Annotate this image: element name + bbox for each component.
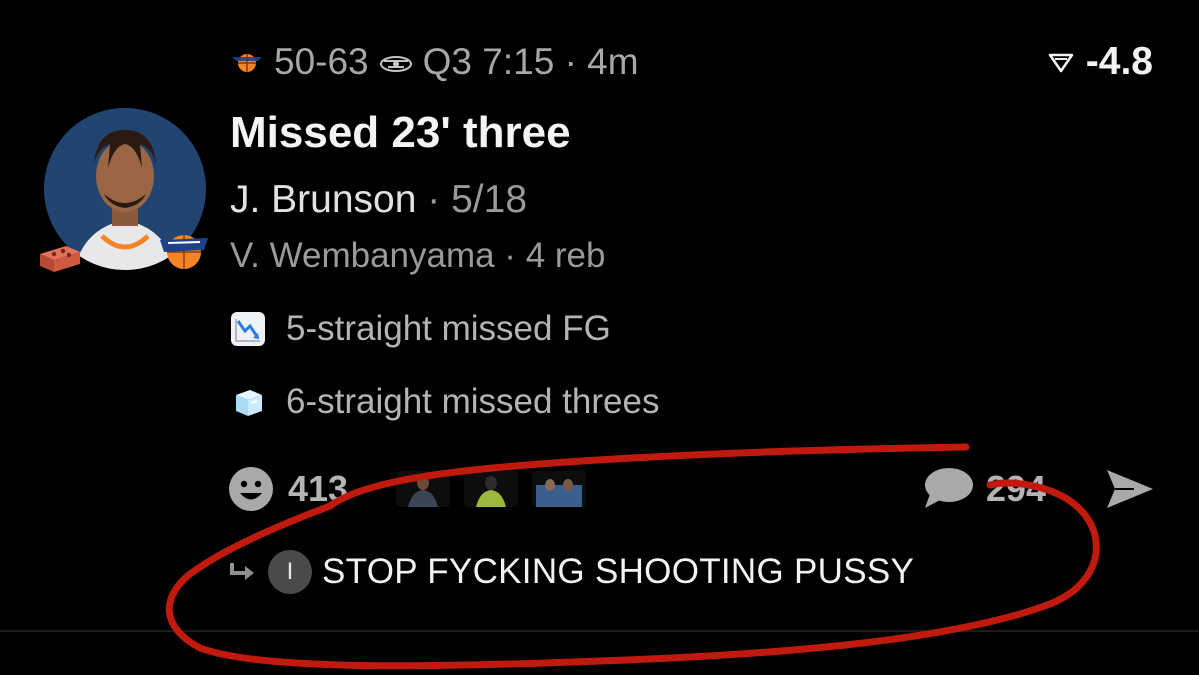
speech-bubble-icon[interactable] [922, 466, 974, 510]
streak-row-fg: 5-straight missed FG [230, 309, 611, 349]
reaction-gif-thumbnail[interactable] [532, 471, 587, 507]
reply-text: STOP FYCKING SHOOTING PUSSY [322, 552, 915, 591]
spread-indicator[interactable]: -4.8 [1048, 40, 1153, 84]
streak-label: 6-straight missed threes [286, 382, 660, 421]
reaction-count: 413 [288, 468, 349, 509]
send-arrow-icon[interactable] [1104, 466, 1156, 512]
play-title: Missed 23' three [230, 108, 571, 157]
funnel-down-icon [1048, 53, 1074, 73]
knicks-basketball-icon [232, 54, 262, 72]
reactions-row[interactable]: 413 [228, 466, 587, 512]
chart-decreasing-icon [231, 312, 265, 346]
game-clock: Q3 7:15 · 4m [422, 41, 639, 82]
top-reply[interactable]: I STOP FYCKING SHOOTING PUSSY [228, 550, 914, 594]
reaction-gif-thumbnail[interactable] [464, 471, 519, 507]
shooter-line[interactable]: J. Brunson · 5/18 [230, 178, 527, 222]
shooter-name: J. Brunson [230, 178, 417, 221]
spread-value: -4.8 [1085, 40, 1153, 83]
rebounder-line[interactable]: V. Wembanyama · 4 reb [230, 236, 605, 276]
divider [0, 630, 1199, 632]
reply-arrow-icon [230, 563, 254, 580]
reply-avatar[interactable]: I [268, 550, 312, 594]
spurs-spur-icon [379, 56, 412, 72]
game-header: 50-63 Q3 7:15 · 4m [230, 40, 639, 84]
reaction-gif-thumbnail[interactable] [396, 471, 451, 507]
score: 50-63 [274, 41, 369, 82]
brick-icon [40, 246, 80, 272]
streak-row-threes: 6-straight missed threes [230, 382, 659, 422]
ice-cube-icon [236, 390, 262, 416]
streak-label: 5-straight missed FG [286, 309, 611, 348]
shooter-stat: · 5/18 [427, 178, 528, 221]
smiley-icon[interactable] [228, 466, 274, 512]
knicks-logo-icon [160, 235, 208, 269]
comment-count[interactable]: 294 [986, 466, 1046, 512]
